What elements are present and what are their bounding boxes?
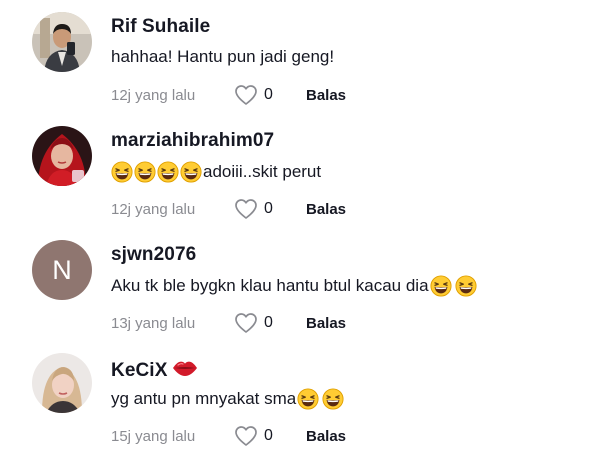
comment-item: Rif Suhaile hahhaa! Hantu pun jadi geng!… [0,12,616,126]
heart-icon[interactable] [234,312,258,334]
like-button[interactable]: 0 [234,84,306,106]
comment-meta: 13j yang lalu 0 Balas [111,309,346,337]
comment-time: 13j yang lalu [111,314,196,332]
lips-icon [173,361,198,376]
like-count: 0 [264,86,273,103]
like-button[interactable]: 0 [234,312,306,334]
grinning-squint-emoji-icon [322,388,344,410]
comment-text: adoiii..skit perut [111,161,321,183]
comment-meta: 15j yang lalu 0 Balas [111,422,346,450]
comment-username-text: KeCiX [111,360,168,381]
comment-username[interactable]: marziahibrahim07 [111,130,274,152]
grinning-squint-emoji-icon [157,161,179,183]
like-count: 0 [264,427,273,444]
reply-button[interactable]: Balas [306,315,346,332]
comment-text-body: Aku tk ble bygkn klau hantu btul kacau d… [111,276,429,295]
comment-item: KeCiX yg antu pn mnyakat sma 15j yang la… [0,353,616,467]
comment-item: marziahibrahim07 adoiii..skit perut 12j … [0,126,616,240]
comment-meta: 12j yang lalu 0 Balas [111,195,346,223]
like-button[interactable]: 0 [234,198,306,220]
grinning-squint-emoji-icon [111,161,133,183]
comment-text-body: adoiii..skit perut [203,162,322,181]
heart-icon[interactable] [234,425,258,447]
like-button[interactable]: 0 [234,425,306,447]
grinning-squint-emoji-icon [455,275,477,297]
grinning-squint-emoji-icon [297,388,319,410]
grinning-squint-emoji-icon [430,275,452,297]
avatar[interactable] [32,353,92,413]
comment-text: Aku tk ble bygkn klau hantu btul kacau d… [111,275,479,297]
comment-time: 12j yang lalu [111,200,196,218]
comment-text-body: hahhaa! Hantu pun jadi geng! [111,47,335,66]
comment-text: yg antu pn mnyakat sma [111,388,346,410]
comment-time: 12j yang lalu [111,86,196,104]
reply-button[interactable]: Balas [306,201,346,218]
comment-time: 15j yang lalu [111,427,196,445]
comment-meta: 12j yang lalu 0 Balas [111,81,346,109]
comment-text-body: yg antu pn mnyakat sma [111,389,297,408]
like-count: 0 [264,314,273,331]
comment-item: N sjwn2076 Aku tk ble bygkn klau hantu b… [0,240,616,354]
comment-text: hahhaa! Hantu pun jadi geng! [111,47,334,67]
reply-button[interactable]: Balas [306,87,346,104]
avatar[interactable] [32,12,92,72]
avatar[interactable]: N [32,240,92,300]
comment-username[interactable]: sjwn2076 [111,244,196,266]
grinning-squint-emoji-icon [134,161,156,183]
comment-username[interactable]: Rif Suhaile [111,16,210,38]
avatar[interactable] [32,126,92,186]
comment-username[interactable]: KeCiX [111,357,198,382]
heart-icon[interactable] [234,198,258,220]
grinning-squint-emoji-icon [180,161,202,183]
reply-button[interactable]: Balas [306,428,346,445]
like-count: 0 [264,200,273,217]
heart-icon[interactable] [234,84,258,106]
